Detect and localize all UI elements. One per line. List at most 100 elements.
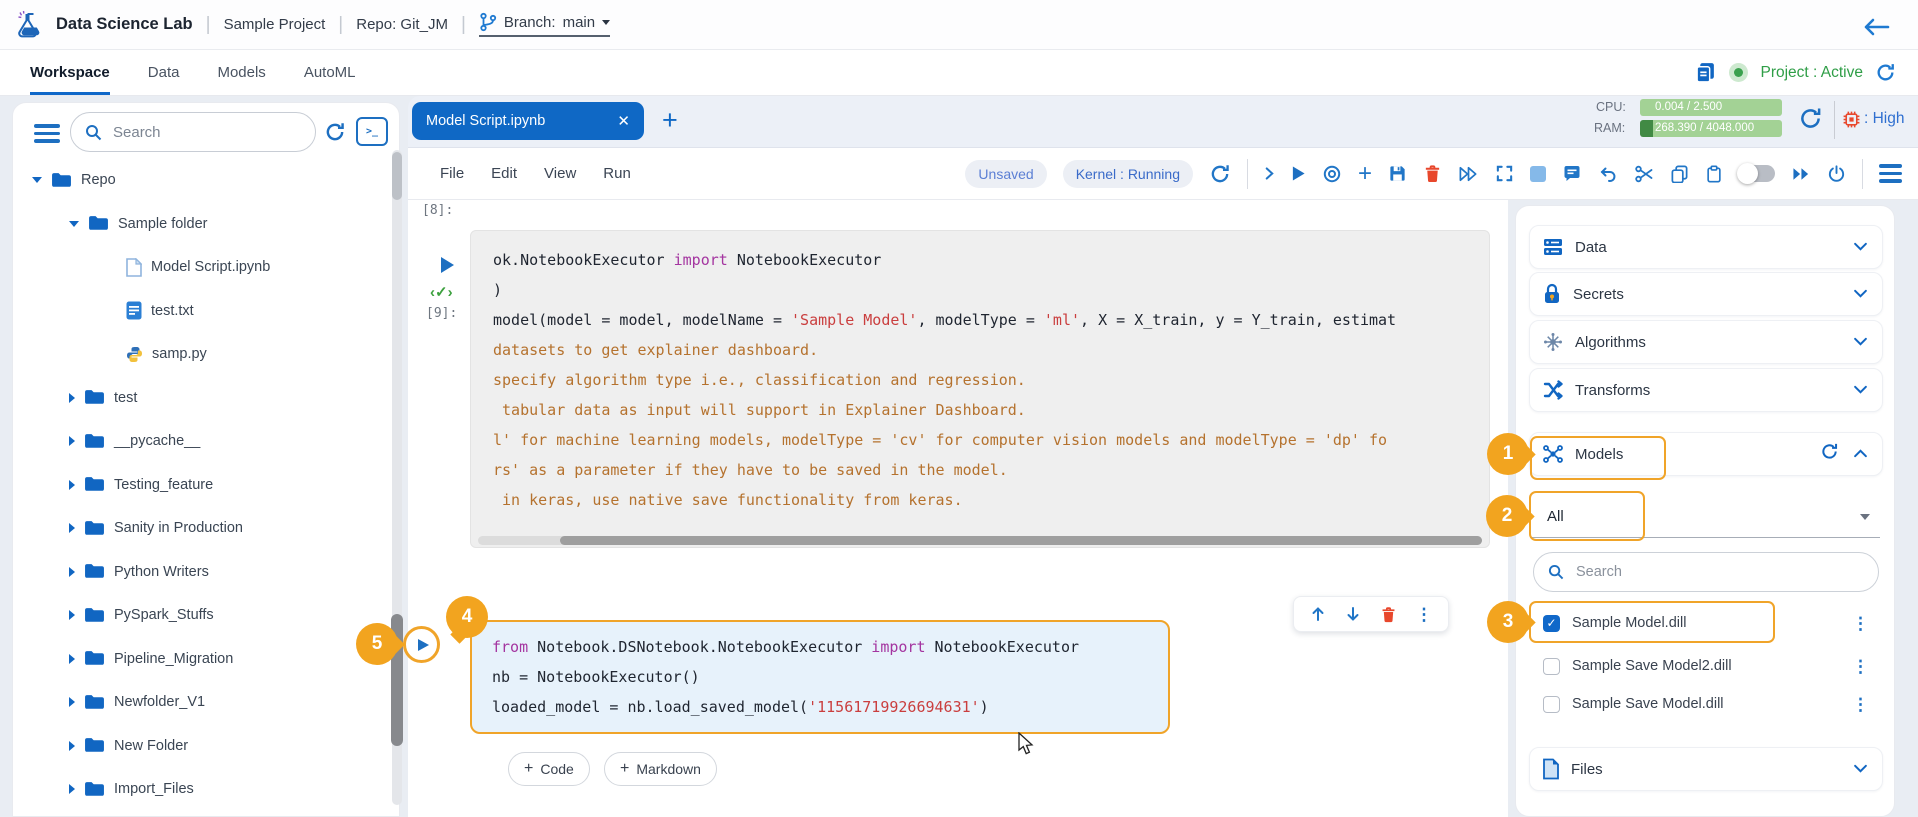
model-filter-dropdown[interactable]: All: [1532, 496, 1880, 538]
tree-folder-repo[interactable]: Repo: [12, 160, 392, 200]
menu-edit[interactable]: Edit: [491, 165, 517, 182]
tree-folder-python-writers[interactable]: Python Writers: [12, 552, 392, 592]
delete-cell-icon[interactable]: [1380, 606, 1397, 623]
section-transforms[interactable]: Transforms: [1529, 368, 1883, 412]
section-data[interactable]: Data: [1529, 225, 1883, 269]
code-line[interactable]: nb = NotebookExecutor(): [492, 662, 1168, 692]
nav-tab-automl[interactable]: AutoML: [304, 50, 356, 95]
cut-icon[interactable]: [1634, 164, 1654, 184]
menu-view[interactable]: View: [544, 165, 576, 182]
save-button[interactable]: [1388, 164, 1407, 183]
tree-folder-pyspark-stuffs[interactable]: PySpark_Stuffs: [12, 595, 392, 635]
code-line[interactable]: rs' as a parameter if they have to be sa…: [493, 455, 1489, 485]
sidebar-scrollbar-thumb[interactable]: [392, 152, 402, 200]
tree-caret-icon[interactable]: [69, 221, 79, 227]
model-options-kebab-icon[interactable]: ⋮: [1852, 696, 1869, 713]
chevron-down-icon[interactable]: [1853, 760, 1868, 778]
models-search-input[interactable]: [1574, 563, 1864, 581]
move-cell-up-icon[interactable]: [1310, 606, 1326, 622]
code-line[interactable]: loaded_model = nb.load_saved_model('1156…: [492, 692, 1168, 722]
code-line[interactable]: datasets to get explainer dashboard.: [493, 335, 1489, 365]
tree-folder-new-folder[interactable]: New Folder: [12, 726, 392, 766]
code-line[interactable]: model(model = model, modelName = 'Sample…: [493, 305, 1489, 335]
paste-icon[interactable]: [1705, 164, 1723, 184]
checkbox-checked[interactable]: ✓: [1543, 615, 1560, 632]
tree-caret-icon[interactable]: [69, 567, 75, 577]
model-list-item[interactable]: ✓Sample Model.dill⋮: [1533, 604, 1879, 642]
menu-file[interactable]: File: [440, 165, 464, 182]
run-highlighted-cell-button[interactable]: [403, 626, 440, 663]
tree-caret-icon[interactable]: [69, 480, 75, 490]
branch-selector[interactable]: Branch: main: [479, 12, 610, 37]
model-options-kebab-icon[interactable]: ⋮: [1852, 615, 1869, 632]
pages-icon[interactable]: [1694, 61, 1717, 84]
refresh-resources-icon[interactable]: [1798, 106, 1823, 136]
stop-button[interactable]: [1530, 166, 1546, 182]
code-line[interactable]: tabular data as input will support in Ex…: [493, 395, 1489, 425]
delete-cell-button[interactable]: [1423, 164, 1442, 183]
tree-folder-testing-feature[interactable]: Testing_feature: [12, 465, 392, 505]
checkbox-unchecked[interactable]: [1543, 696, 1560, 713]
tree-caret-icon[interactable]: [69, 393, 75, 403]
fullscreen-icon[interactable]: [1495, 164, 1514, 183]
tree-file-test-txt[interactable]: test.txt: [12, 291, 392, 331]
tree-caret-icon[interactable]: [69, 436, 75, 446]
tree-file-model-script-ipynb[interactable]: Model Script.ipynb: [12, 247, 392, 287]
run-cell-icon[interactable]: [441, 257, 454, 273]
model-options-kebab-icon[interactable]: ⋮: [1852, 658, 1869, 675]
checkbox-unchecked[interactable]: [1543, 658, 1560, 675]
code-cell[interactable]: ok.NotebookExecutor import NotebookExecu…: [470, 230, 1490, 548]
chevron-down-icon[interactable]: [1853, 333, 1868, 351]
section-secrets[interactable]: Secrets: [1529, 272, 1883, 316]
autosave-toggle[interactable]: [1739, 165, 1775, 182]
nav-tab-models[interactable]: Models: [217, 50, 265, 95]
chevron-down-icon[interactable]: [1853, 285, 1868, 303]
section-algorithms[interactable]: Algorithms: [1529, 320, 1883, 364]
notebook-tab[interactable]: Model Script.ipynb ✕: [412, 102, 644, 140]
code-line[interactable]: in keras, use native save functionality …: [493, 485, 1489, 515]
notebook-menu-icon[interactable]: [1879, 164, 1902, 183]
chevron-right-icon[interactable]: [1264, 166, 1275, 181]
code-line[interactable]: ): [493, 275, 1489, 305]
code-line[interactable]: ok.NotebookExecutor import NotebookExecu…: [493, 245, 1489, 275]
tree-caret-icon[interactable]: [69, 610, 75, 620]
comments-icon[interactable]: [1562, 164, 1582, 184]
models-search[interactable]: [1533, 552, 1879, 592]
section-files[interactable]: Files: [1529, 747, 1883, 791]
model-list-item[interactable]: Sample Save Model.dill⋮: [1533, 685, 1879, 723]
code-line[interactable]: from Notebook.DSNotebook.NotebookExecuto…: [492, 632, 1168, 662]
run-cell-button[interactable]: [1291, 165, 1306, 182]
restart-kernel-icon[interactable]: [1322, 164, 1342, 184]
highlighted-code-cell[interactable]: from Notebook.DSNotebook.NotebookExecuto…: [470, 620, 1170, 734]
tree-folder-import-files[interactable]: Import_Files: [12, 769, 392, 809]
run-all-skip-icon[interactable]: [1458, 165, 1479, 183]
move-cell-down-icon[interactable]: [1345, 606, 1361, 622]
tree-caret-icon[interactable]: [69, 697, 75, 707]
tree-caret-icon[interactable]: [69, 741, 75, 751]
section-models[interactable]: Models: [1529, 432, 1883, 476]
nav-tab-workspace[interactable]: Workspace: [30, 50, 110, 95]
tree-folder--pycache-[interactable]: __pycache__: [12, 421, 392, 461]
refresh-models-icon[interactable]: [1820, 442, 1839, 466]
refresh-kernel-icon[interactable]: [1209, 163, 1231, 185]
tree-folder-pipeline-migration[interactable]: Pipeline_Migration: [12, 639, 392, 679]
tree-caret-icon[interactable]: [69, 523, 75, 533]
tree-caret-icon[interactable]: [32, 177, 42, 183]
add-markdown-cell-button[interactable]: + Markdown: [604, 752, 717, 786]
tree-folder-test[interactable]: test: [12, 378, 392, 418]
tree-file-samp-py[interactable]: samp.py: [12, 334, 392, 374]
refresh-icon[interactable]: [1875, 62, 1896, 83]
horizontal-scrollbar-thumb[interactable]: [560, 536, 1482, 545]
back-arrow-button[interactable]: [1862, 16, 1890, 43]
add-cell-button[interactable]: +: [1358, 160, 1372, 188]
code-line[interactable]: specify algorithm type i.e., classificat…: [493, 365, 1489, 395]
copy-icon[interactable]: [1670, 164, 1689, 183]
chevron-up-icon[interactable]: [1853, 445, 1868, 463]
cell-more-options-icon[interactable]: ⋮: [1416, 606, 1433, 623]
close-icon[interactable]: ✕: [617, 112, 630, 130]
code-line[interactable]: l' for machine learning models, modelTyp…: [493, 425, 1489, 455]
add-tab-button[interactable]: +: [662, 105, 678, 136]
chevron-down-icon[interactable]: [1853, 381, 1868, 399]
tree-caret-icon[interactable]: [69, 654, 75, 664]
fast-forward-icon[interactable]: [1791, 166, 1811, 182]
